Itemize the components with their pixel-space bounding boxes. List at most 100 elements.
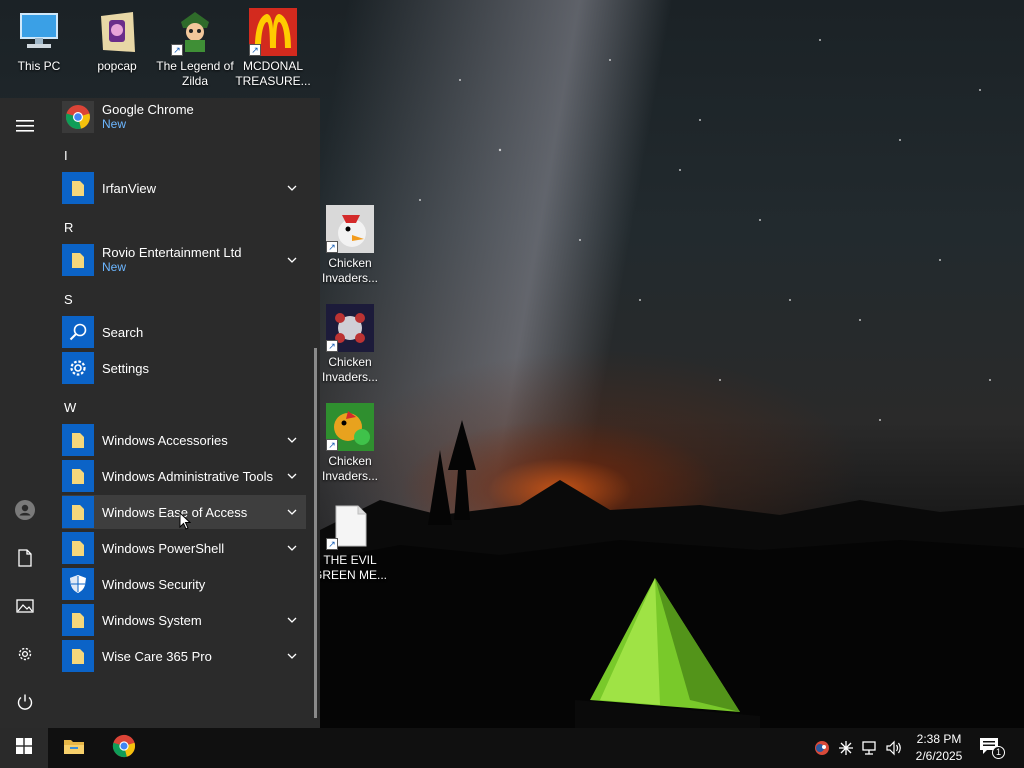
desktop-icon-chicken-invaders-3[interactable]: ↗ Chicken Invaders... [310, 403, 390, 484]
chevron-down-icon[interactable] [284, 648, 300, 664]
desktop-icon-label: popcap [97, 59, 137, 73]
app-name: Google Chrome [102, 102, 194, 117]
mouse-cursor-icon [179, 512, 191, 530]
group-header-w[interactable]: W [64, 400, 76, 415]
folder-icon [62, 424, 94, 456]
app-search[interactable]: Search [62, 315, 306, 349]
app-irfanview[interactable]: IrfanView [62, 171, 306, 205]
network-sparkle-icon[interactable] [836, 738, 856, 758]
shortcut-arrow-icon: ↗ [326, 340, 338, 352]
app-name: Rovio Entertainment Ltd [102, 245, 242, 260]
desktop-icon-label: This PC [17, 59, 61, 73]
app-name: Windows Security [102, 576, 206, 592]
group-header-s[interactable]: S [64, 292, 73, 307]
app-windows-system[interactable]: Windows System [62, 603, 306, 637]
app-windows-security[interactable]: Windows Security [62, 567, 306, 601]
chevron-down-icon[interactable] [284, 468, 300, 484]
document-icon: ↗ [326, 502, 374, 550]
desktop-icon-mcdonal[interactable]: ↗ MCDONAL TREASURE... [233, 8, 313, 89]
chevron-down-icon[interactable] [284, 504, 300, 520]
hamburger-icon [16, 119, 34, 138]
user-avatar-icon [14, 499, 36, 526]
shortcut-arrow-icon: ↗ [326, 241, 338, 253]
chevron-down-icon[interactable] [284, 540, 300, 556]
shortcut-arrow-icon: ↗ [326, 439, 338, 451]
power-icon [16, 693, 34, 716]
chevron-down-icon[interactable] [284, 432, 300, 448]
user-account-button[interactable] [0, 490, 50, 534]
chevron-down-icon[interactable] [284, 612, 300, 628]
windows-logo-icon [16, 737, 32, 759]
desktop-icon-this-pc[interactable]: This PC [0, 8, 79, 74]
app-name: Windows Accessories [102, 432, 228, 448]
zilda-game-icon: ↗ [171, 8, 219, 56]
chrome-icon [62, 101, 94, 133]
app-name: Settings [102, 360, 149, 376]
app-windows-powershell[interactable]: Windows PowerShell [62, 531, 306, 565]
folder-icon [62, 496, 94, 528]
settings-rail-button[interactable] [0, 634, 50, 678]
expand-menu-button[interactable] [0, 106, 50, 150]
this-pc-icon [15, 8, 63, 56]
desktop-icon-zilda[interactable]: ↗ The Legend of Zilda [155, 8, 235, 89]
gear-icon [62, 352, 94, 384]
desktop-icon-chicken-invaders-2[interactable]: ↗ Chicken Invaders... [310, 304, 390, 385]
shortcut-arrow-icon: ↗ [171, 44, 183, 56]
app-name: Windows Administrative Tools [102, 468, 273, 484]
app-wise-care-365-pro[interactable]: Wise Care 365 Pro [62, 639, 306, 673]
gear-icon [16, 645, 34, 668]
taskbar-clock[interactable]: 2:38 PM 2/6/2025 [906, 731, 972, 765]
folder-icon [62, 244, 94, 276]
app-name: Search [102, 324, 144, 340]
app-windows-accessories[interactable]: Windows Accessories [62, 423, 306, 457]
mcdonald-icon: ↗ [249, 8, 297, 56]
app-rovio[interactable]: Rovio Entertainment Ltd New [62, 243, 306, 277]
group-header-r[interactable]: R [64, 220, 73, 235]
documents-button[interactable] [0, 538, 50, 582]
shield-icon [62, 568, 94, 600]
desktop-icon-label: MCDONAL TREASURE... [235, 59, 311, 88]
app-google-chrome[interactable]: Google Chrome New [62, 100, 306, 134]
group-header-i[interactable]: I [64, 148, 68, 163]
folder-icon [62, 640, 94, 672]
start-menu-rail [0, 98, 50, 728]
taskbar-chrome[interactable] [100, 728, 148, 768]
start-button[interactable] [0, 728, 48, 768]
folder-icon [62, 604, 94, 636]
document-icon [18, 548, 32, 572]
app-name: IrfanView [102, 180, 156, 196]
desktop-icon-label: THE EVIL GREEN ME... [312, 553, 387, 582]
chicken-invaders-icon: ↗ [326, 205, 374, 253]
folder-icon [62, 172, 94, 204]
shortcut-arrow-icon: ↗ [326, 538, 338, 550]
clock-date: 2/6/2025 [915, 749, 963, 763]
taskbar-file-explorer[interactable] [50, 728, 98, 768]
power-button[interactable] [0, 682, 50, 726]
volume-icon[interactable] [884, 738, 904, 758]
folder-icon [62, 532, 94, 564]
taskbar: 2:38 PM 2/6/2025 1 [0, 728, 1024, 768]
picture-icon [16, 598, 34, 618]
chevron-down-icon[interactable] [284, 180, 300, 196]
app-name: Windows PowerShell [102, 540, 225, 556]
chevron-down-icon[interactable] [284, 252, 300, 268]
chicken-invaders-icon: ↗ [326, 403, 374, 451]
desktop-icon-label: The Legend of Zilda [156, 59, 234, 88]
file-explorer-icon [63, 737, 85, 760]
pictures-button[interactable] [0, 586, 50, 630]
app-list: Google Chrome New I IrfanView R Rovio En… [56, 98, 308, 728]
tray-app-icon[interactable] [812, 738, 832, 758]
desktop-icon-popcap[interactable]: popcap [77, 8, 157, 74]
network-icon[interactable] [860, 738, 880, 758]
desktop-icon-label: Chicken Invaders... [321, 454, 379, 483]
clock-time: 2:38 PM [916, 732, 962, 746]
desktop-icon-chicken-invaders-1[interactable]: ↗ Chicken Invaders... [310, 205, 390, 286]
app-windows-administrative-tools[interactable]: Windows Administrative Tools [62, 459, 306, 493]
folder-icon [62, 460, 94, 492]
start-menu-scrollbar[interactable] [314, 348, 317, 718]
action-center-button[interactable]: 1 [978, 736, 1005, 760]
desktop-icon-evil-green[interactable]: ↗ THE EVIL GREEN ME... [310, 502, 390, 583]
chrome-icon [112, 734, 136, 763]
app-name: Wise Care 365 Pro [102, 648, 212, 664]
app-settings[interactable]: Settings [62, 351, 306, 385]
